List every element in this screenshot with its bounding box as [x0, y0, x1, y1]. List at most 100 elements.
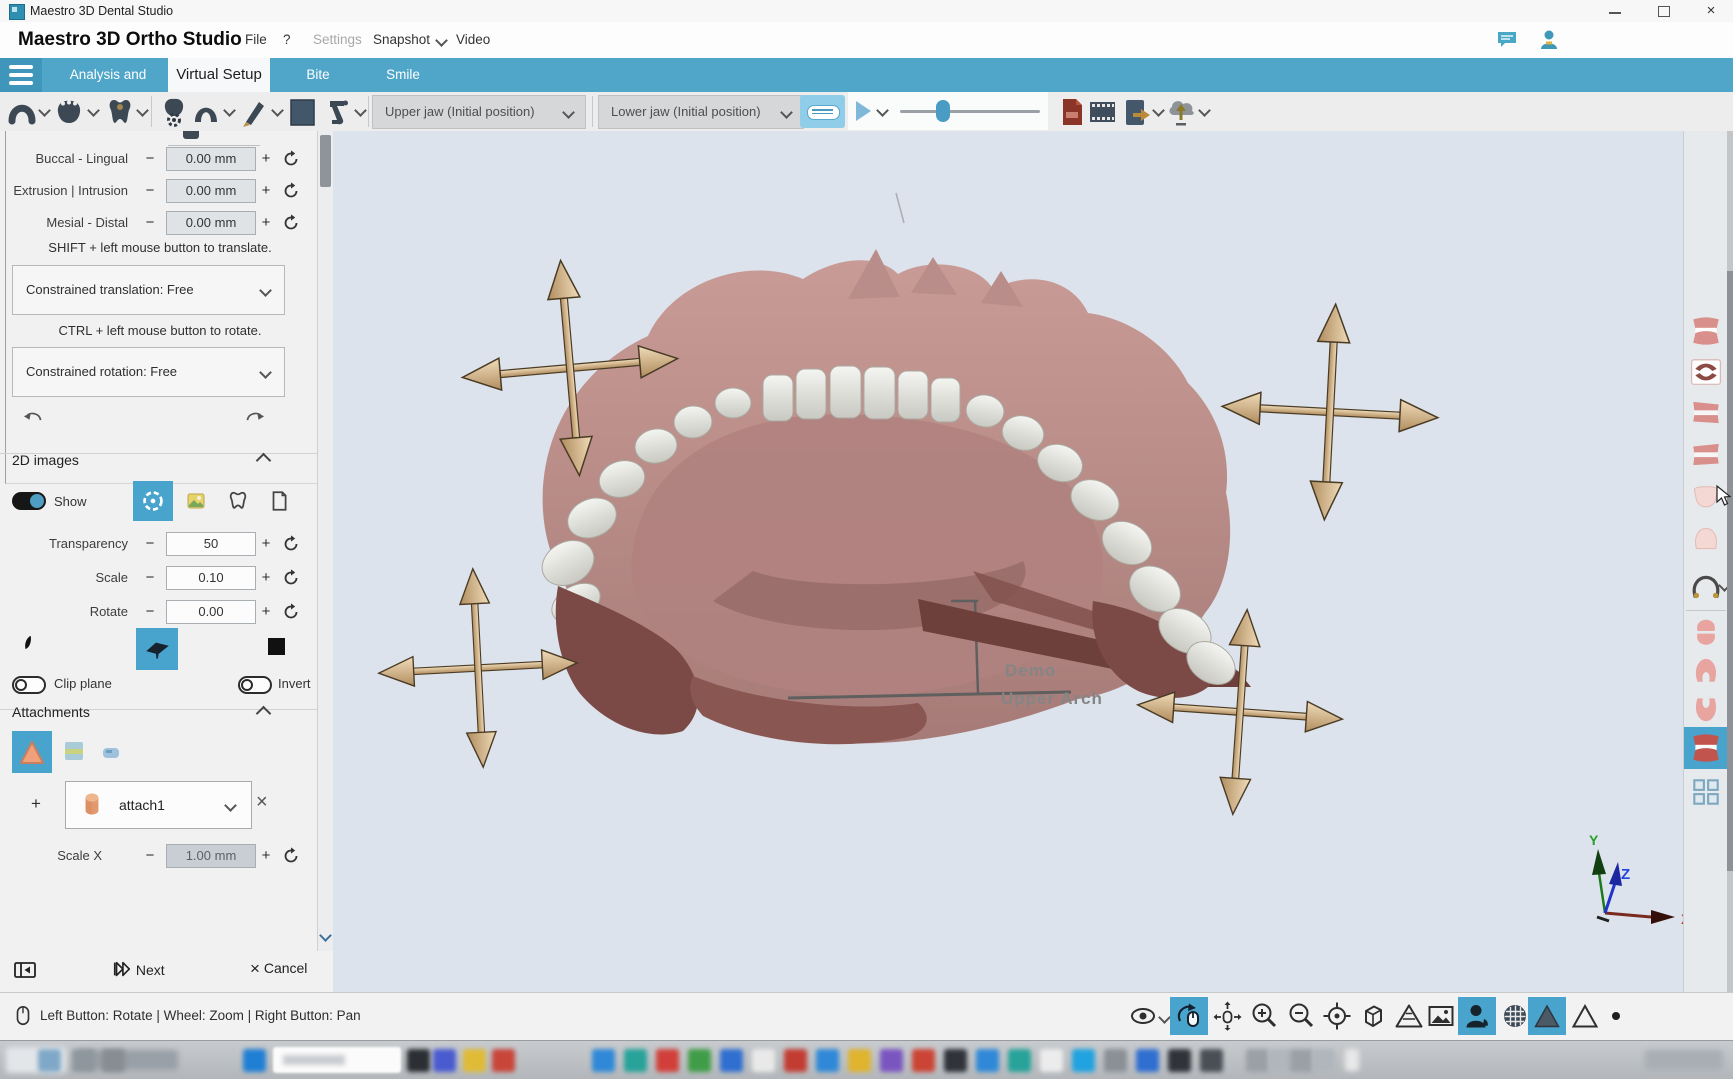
next-button[interactable]: Next	[112, 959, 165, 985]
bounding-box-icon[interactable]	[1358, 1001, 1390, 1033]
undo-icon[interactable]	[20, 403, 44, 427]
smooth-shading-selected[interactable]	[1528, 997, 1566, 1035]
view-both-jaws-icon[interactable]	[1689, 316, 1723, 346]
upper-arch-chevron-icon[interactable]	[38, 104, 51, 117]
photo-mode-icon[interactable]	[185, 491, 207, 511]
panel-scrollbar-down-button[interactable]	[320, 927, 331, 945]
jaw-gear-tool-icon[interactable]	[158, 96, 190, 128]
taskbar-icon[interactable]	[720, 1049, 743, 1072]
tab-bite-designer[interactable]: Bite Designer	[280, 58, 356, 92]
taskbar-icon[interactable]	[944, 1049, 967, 1072]
cloud-upload-icon[interactable]	[1165, 96, 1197, 128]
articulator-chevron-icon[interactable]	[354, 104, 367, 117]
decrement-button[interactable]: −	[140, 178, 160, 204]
reset-icon[interactable]	[281, 149, 301, 169]
taskbar-icon[interactable]	[492, 1049, 515, 1072]
occlusion-pill-button[interactable]	[800, 95, 845, 128]
reset-icon[interactable]	[281, 568, 301, 588]
increment-button[interactable]: +	[256, 599, 276, 625]
rotate-tool-selected[interactable]	[1170, 997, 1208, 1035]
taskbar-icon[interactable]	[1168, 1049, 1191, 1072]
leaf-shape-icon[interactable]	[22, 633, 36, 653]
animation-slider-knob[interactable]	[936, 100, 950, 122]
taskbar-icon[interactable]	[1200, 1049, 1223, 1072]
taskbar-icon[interactable]	[880, 1049, 903, 1072]
increment-button[interactable]: +	[256, 178, 276, 204]
taskbar-icon[interactable]	[1104, 1049, 1127, 1072]
view-arch-pair-icon[interactable]	[1689, 617, 1723, 647]
image-target-mode-button[interactable]	[133, 481, 173, 521]
decrement-button[interactable]: −	[140, 843, 160, 869]
clip-plane-toggle[interactable]	[12, 676, 46, 694]
right-scrollbar-thumb[interactable]	[1727, 271, 1733, 871]
reset-icon[interactable]	[281, 846, 301, 866]
taskbar-icon[interactable]	[1136, 1049, 1159, 1072]
export-model-chevron-icon[interactable]	[1152, 104, 1165, 117]
taskbar-icon[interactable]	[816, 1049, 839, 1072]
increment-button[interactable]: +	[256, 531, 276, 557]
menu-snapshot[interactable]: Snapshot	[373, 22, 430, 58]
value-field[interactable]: 0.00 mm	[166, 211, 256, 235]
redo-icon[interactable]	[244, 403, 268, 427]
panel-scrollbar[interactable]	[317, 131, 333, 951]
taskbar-icon[interactable]	[848, 1049, 871, 1072]
view-upper-ghost-icon[interactable]	[1689, 524, 1723, 554]
flat-shading-icon[interactable]	[1570, 1001, 1602, 1033]
view-lower-occlusal-icon[interactable]	[1689, 695, 1723, 725]
articulator-tool-icon[interactable]	[320, 96, 352, 128]
upper-jaw-select[interactable]: Upper jaw (Initial position)	[372, 95, 586, 129]
transparency-field[interactable]: 50	[166, 532, 256, 556]
right-scrollbar[interactable]	[1727, 131, 1733, 992]
taskbar-icon[interactable]	[1290, 1049, 1313, 1072]
tooth-overlay-icon[interactable]	[227, 490, 249, 512]
taskbar-icon[interactable]	[243, 1049, 266, 1072]
attachment-triangle-button[interactable]	[12, 731, 52, 773]
decrement-button[interactable]: −	[140, 531, 160, 557]
hamburger-menu-icon[interactable]	[0, 58, 42, 92]
visibility-eye-icon[interactable]	[1128, 1001, 1160, 1033]
remove-attachment-button[interactable]: ×	[256, 791, 268, 814]
menu-settings[interactable]: Settings	[313, 22, 362, 58]
taskbar-icon[interactable]	[976, 1049, 999, 1072]
taskbar-icon[interactable]	[1268, 1049, 1291, 1072]
chat-icon[interactable]	[1496, 28, 1520, 52]
tab-analysis-and-measures[interactable]: Analysis and measures	[47, 58, 169, 92]
lower-jaw-select[interactable]: Lower jaw (Initial position)	[598, 95, 804, 129]
rotate-field[interactable]: 0.00	[166, 600, 256, 624]
reset-icon[interactable]	[281, 213, 301, 233]
taskbar-icon[interactable]	[912, 1049, 935, 1072]
ipr-tool-icon[interactable]	[238, 96, 270, 128]
attachment-select[interactable]: attach1	[65, 781, 252, 829]
view-upper-occlusal-icon[interactable]	[1689, 655, 1723, 685]
extraction-square-icon[interactable]	[286, 96, 318, 128]
user-profile-icon[interactable]	[1538, 28, 1562, 52]
arch-chevron-icon[interactable]	[223, 104, 236, 117]
taskbar-icon[interactable]	[1312, 1049, 1335, 1072]
taskbar-icon[interactable]	[592, 1049, 615, 1072]
point-render-icon[interactable]	[1612, 1012, 1620, 1020]
arch-tool-icon[interactable]	[190, 96, 222, 128]
export-model-icon[interactable]	[1120, 96, 1152, 128]
taskbar-icon[interactable]	[38, 1049, 61, 1072]
maximize-button[interactable]	[1648, 0, 1678, 22]
snapshot-chevron-icon[interactable]	[435, 34, 448, 47]
value-field[interactable]: 0.00 mm	[166, 179, 256, 203]
square-attachment-icon[interactable]	[62, 739, 86, 763]
pan-tool-icon[interactable]	[1212, 1001, 1244, 1033]
decrement-button[interactable]: −	[140, 565, 160, 591]
play-chevron-icon[interactable]	[876, 104, 889, 117]
taskbar-icon[interactable]	[784, 1049, 807, 1072]
bar-attachment-icon[interactable]	[100, 743, 122, 763]
increment-button[interactable]: +	[256, 843, 276, 869]
taskbar-icon[interactable]	[433, 1049, 456, 1072]
add-attachment-button[interactable]: +	[26, 791, 46, 817]
visibility-chevron-icon[interactable]	[1158, 1011, 1171, 1024]
increment-button[interactable]: +	[256, 210, 276, 236]
constrained-rotation-dropdown[interactable]: Constrained rotation: Free	[12, 347, 285, 397]
view-both-jaws-selected[interactable]	[1684, 727, 1728, 769]
view-right-side-icon[interactable]	[1689, 440, 1723, 470]
reset-icon[interactable]	[281, 602, 301, 622]
view-quad-layout-icon[interactable]	[1689, 777, 1723, 807]
view-left-side-icon[interactable]	[1689, 398, 1723, 428]
animation-slider[interactable]	[900, 110, 1040, 113]
